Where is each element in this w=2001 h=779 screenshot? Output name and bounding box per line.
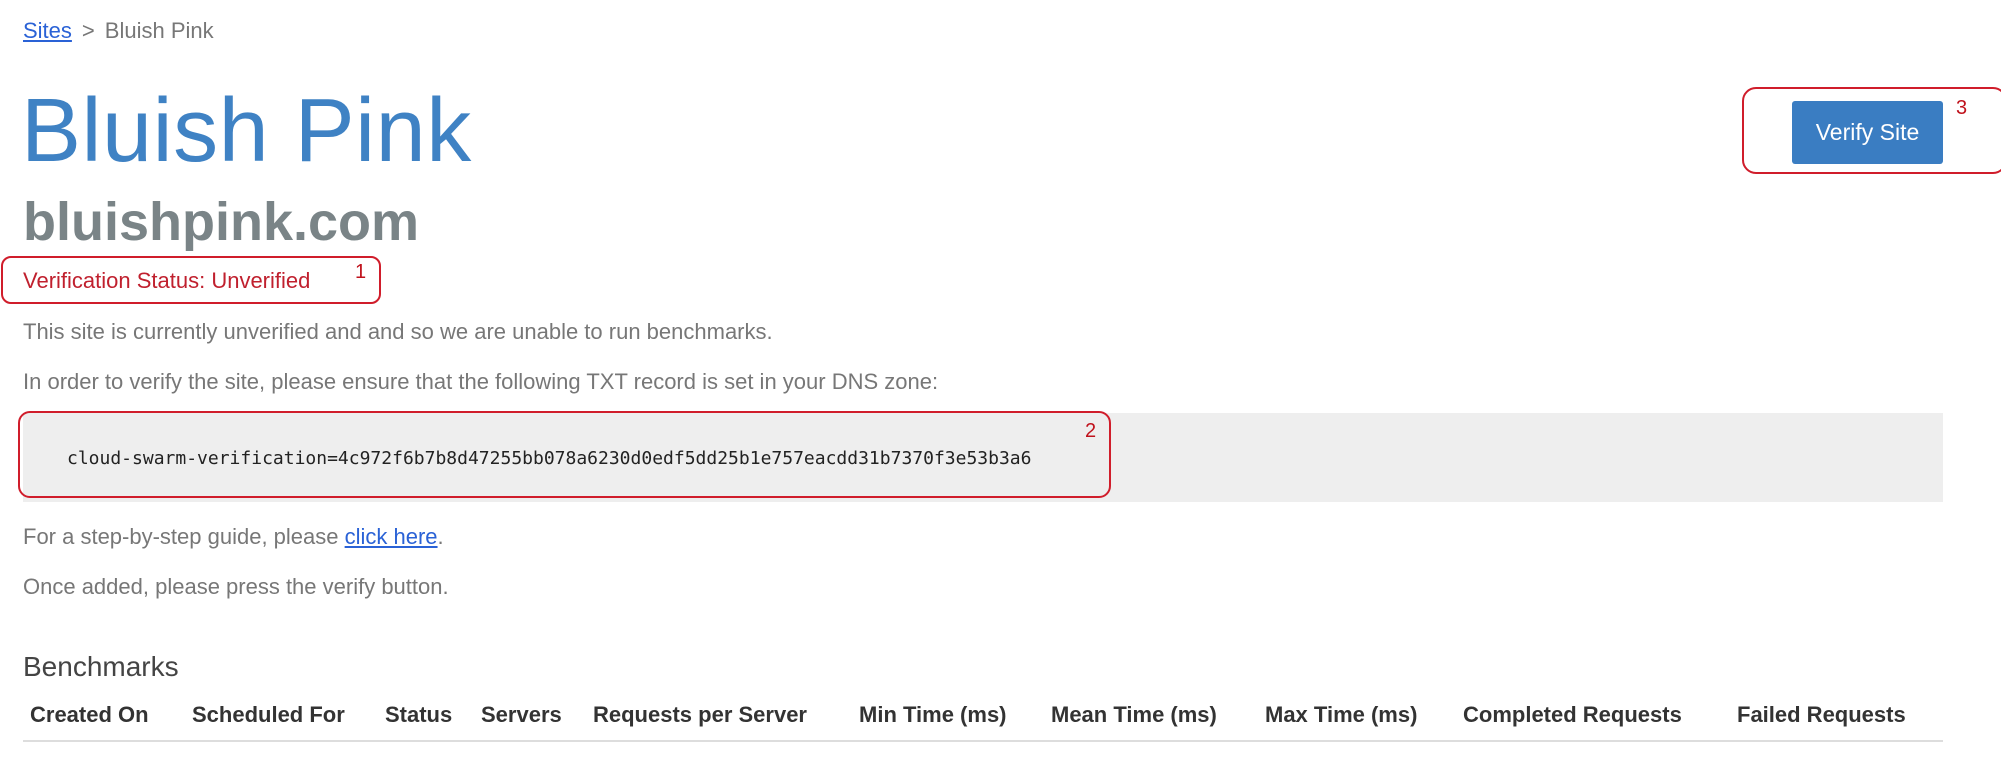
press-verify-message: Once added, please press the verify butt… [23,574,449,599]
column-header[interactable]: Mean Time (ms) [1051,702,1217,728]
column-header[interactable]: Scheduled For [192,702,345,728]
column-header[interactable]: Min Time (ms) [859,702,1007,728]
guide-prefix: For a step-by-step guide, please [23,524,345,549]
unverified-message: This site is currently unverified and an… [23,319,773,344]
benchmarks-table-header: Created On Scheduled For Status Servers … [23,700,1943,742]
page-title: Bluish Pink [21,81,472,181]
breadcrumb-separator: > [81,18,95,43]
guide-paragraph: For a step-by-step guide, please click h… [23,524,444,550]
breadcrumb-sites-link[interactable]: Sites [23,18,72,43]
breadcrumb-current: Bluish Pink [104,18,214,43]
benchmarks-title: Benchmarks [23,651,179,682]
dns-instructions: In order to verify the site, please ensu… [23,369,939,394]
breadcrumb: Sites > Bluish Pink [23,18,214,44]
annotation-marker-3: 3 [1956,97,1968,119]
guide-link[interactable]: click here [345,524,438,549]
column-header[interactable]: Failed Requests [1737,702,1906,728]
verification-status: Verification Status: Unverified [23,268,311,293]
column-header[interactable]: Requests per Server [593,702,807,728]
column-header[interactable]: Status [385,702,452,728]
annotation-marker-1: 1 [355,261,367,283]
site-domain: bluishpink.com [23,192,420,252]
guide-suffix: . [437,524,444,549]
column-header[interactable]: Created On [30,702,149,728]
annotation-marker-2: 2 [1085,420,1097,442]
txt-record-highlight [18,411,1111,498]
verify-site-button[interactable]: Verify Site [1792,101,1943,164]
column-header[interactable]: Completed Requests [1463,702,1682,728]
column-header[interactable]: Servers [481,702,562,728]
column-header[interactable]: Max Time (ms) [1265,702,1417,728]
